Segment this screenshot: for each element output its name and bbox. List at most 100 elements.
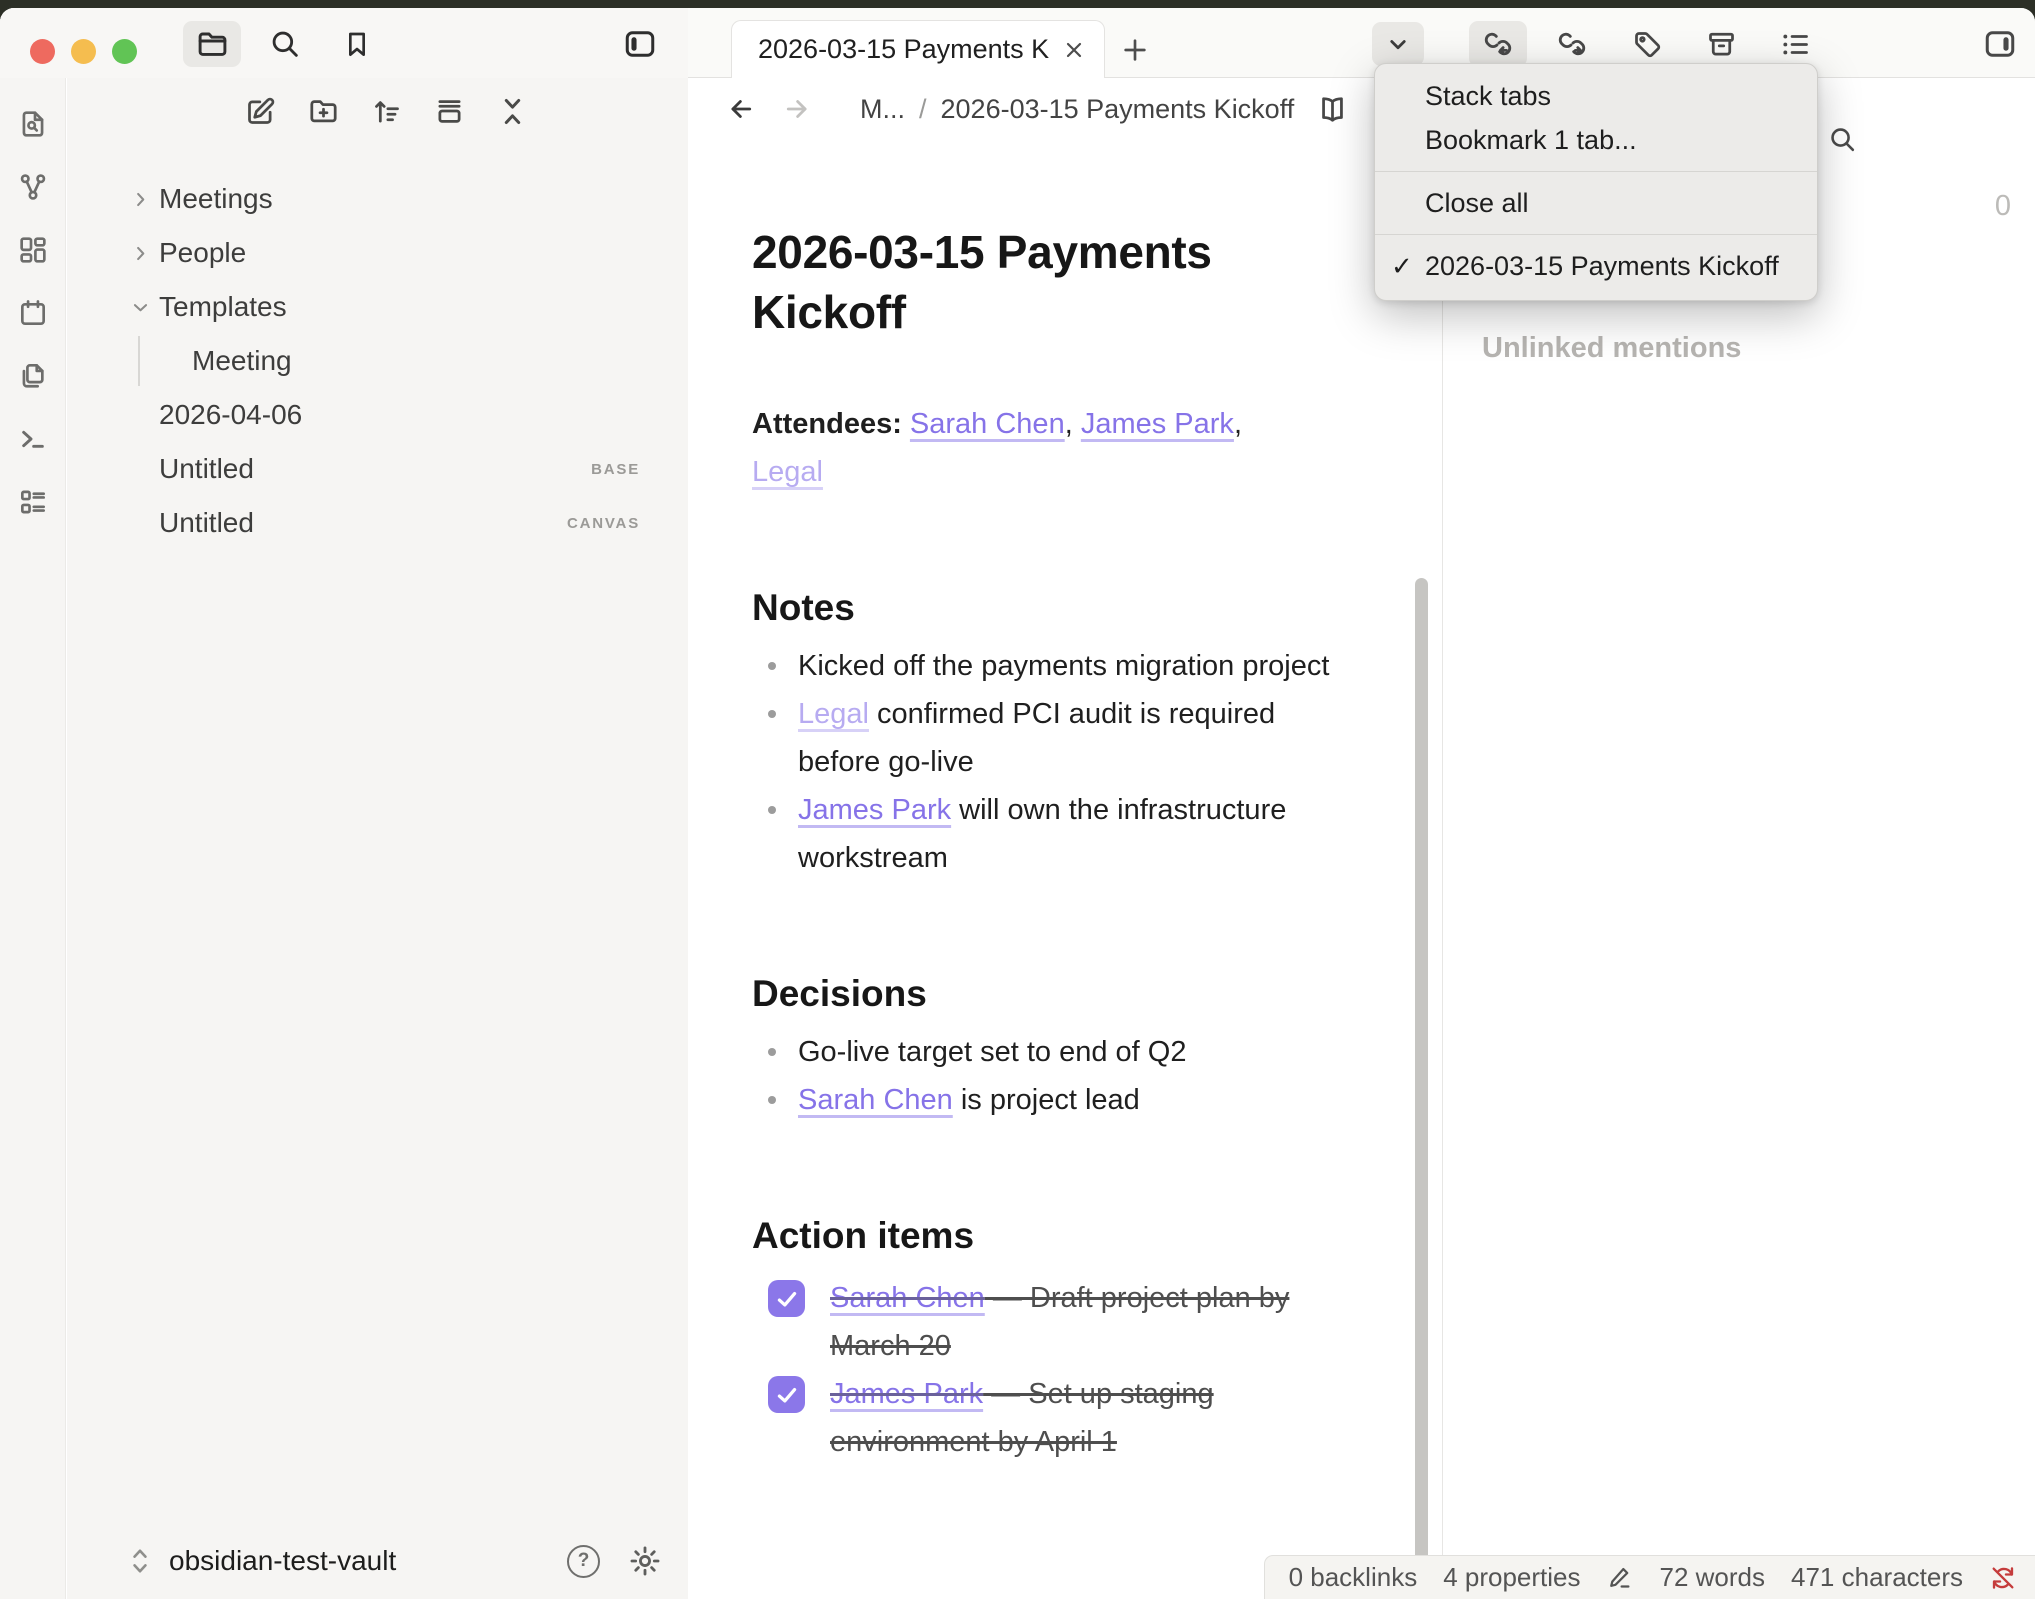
backlinks-count[interactable]: 0 backlinks [1289,1562,1418,1593]
right-sidebar-toggle-button[interactable] [1972,21,2028,67]
attendees-line: Attendees: Sarah Chen, James Park, Legal [752,400,1312,496]
tree-item-untitled[interactable]: UntitledCANVAS [67,496,688,550]
internal-link-sarah-chen[interactable]: Sarah Chen [910,408,1065,440]
copy-pages-icon[interactable] [17,360,49,392]
chevron-right-icon[interactable] [131,244,151,263]
search-tab-button[interactable] [256,21,314,67]
checklist-icon[interactable] [17,486,49,518]
internal-link-james-park[interactable]: James Park [798,794,951,826]
archive-icon [1705,28,1738,61]
task-list: Sarah Chen — Draft project plan by March… [752,1274,1342,1466]
outline-pane-button[interactable] [1768,21,1822,67]
bullet-item: Go-live target set to end of Q2 [798,1028,1342,1076]
tree-item-untitled[interactable]: UntitledBASE [67,442,688,496]
tree-item-label: Meeting [192,345,292,377]
text-segment: Kicked off the payments migration projec… [798,650,1329,682]
menu-item-label: 2026-03-15 Payments Kickoff [1425,251,1779,281]
breadcrumb-current[interactable]: 2026-03-15 Payments Kickoff [941,94,1295,125]
tab-active[interactable]: 2026-03-15 Payments Ki... [731,20,1105,78]
bullet-item: Kicked off the payments migration projec… [798,642,1342,690]
tab-close-icon[interactable] [1062,38,1086,62]
tab-list-button[interactable] [1372,22,1424,66]
explorer-toolbar [67,78,688,144]
properties-count[interactable]: 4 properties [1443,1562,1580,1593]
menu-item-2026-03-15-payments-kickoff[interactable]: ✓2026-03-15 Payments Kickoff [1375,244,1817,288]
tree-item-meeting[interactable]: Meeting [67,334,688,388]
menu-item-close-all[interactable]: Close all [1375,181,1817,225]
tree-item-meetings[interactable]: Meetings [67,172,688,226]
terminal-icon[interactable] [17,423,49,455]
bookmark-icon [341,28,373,60]
window-minimize-button[interactable] [71,39,96,64]
word-count: 72 words [1660,1562,1766,1593]
tree-item-label: Meetings [159,183,273,215]
tree-item-2026-04-06[interactable]: 2026-04-06 [67,388,688,442]
file-type-badge: BASE [591,461,640,478]
sort-icon[interactable] [370,95,403,128]
section-heading-decisions: Decisions [752,970,1342,1018]
tree-item-templates[interactable]: Templates [67,280,688,334]
left-sidebar-toggle-button[interactable] [611,21,669,67]
panel-left-icon [622,26,658,62]
tree-item-people[interactable]: People [67,226,688,280]
menu-item-label: Bookmark 1 tab... [1425,125,1637,155]
panel-right-icon [1982,26,2018,62]
calendar-icon[interactable] [17,297,49,329]
backlinks-pane-button[interactable] [1469,21,1527,67]
files-tab-button[interactable] [183,21,241,67]
canvas-icon[interactable] [17,234,49,266]
text-segment: Go-live target set to end of Q2 [798,1036,1186,1068]
collapse-all-icon[interactable] [496,95,529,128]
unlinked-mentions-header[interactable]: Unlinked mentions [1482,332,1741,365]
new-tab-button[interactable] [1113,28,1157,72]
reading-view-icon[interactable] [1316,93,1349,126]
settings-gear-icon[interactable] [628,1544,662,1578]
breadcrumb-parent[interactable]: M... [860,94,905,125]
task-item: Sarah Chen — Draft project plan by March… [768,1274,1342,1370]
archive-pane-button[interactable] [1694,21,1748,67]
internal-link-sarah-chen[interactable]: Sarah Chen [830,1282,985,1314]
navigate-back-button[interactable] [726,94,756,124]
internal-link-james-park[interactable]: James Park [1081,408,1234,440]
bookmarks-tab-button[interactable] [328,21,386,67]
navigate-forward-button[interactable] [782,94,812,124]
backlinks-panel: 0 Unlinked mentions [1443,78,2035,1599]
task-checkbox-checked[interactable] [768,1376,805,1413]
outgoing-links-pane-button[interactable] [1545,21,1599,67]
internal-link-james-park[interactable]: James Park [830,1378,983,1410]
chevron-down-icon [1383,29,1413,59]
window-zoom-button[interactable] [112,39,137,64]
list-icon [1779,28,1812,61]
new-note-icon[interactable] [244,95,277,128]
window-close-button[interactable] [30,39,55,64]
vault-switcher[interactable]: obsidian-test-vault ? [67,1529,688,1599]
menu-item-stack-tabs[interactable]: Stack tabs [1375,74,1817,118]
file-search-icon[interactable] [17,108,49,140]
ribbon [0,78,66,1599]
obsidian-window: 2026-03-15 Payments Ki... [0,8,2035,1599]
internal-link-legal[interactable]: Legal [752,456,823,488]
menu-item-bookmark-1-tab[interactable]: Bookmark 1 tab... [1375,118,1817,162]
chevron-right-icon[interactable] [131,190,151,209]
internal-link-sarah-chen[interactable]: Sarah Chen [798,1084,953,1116]
graph-icon[interactable] [17,171,49,203]
backlinks-search-icon[interactable] [1827,124,1858,155]
tags-pane-button[interactable] [1620,21,1674,67]
file-type-badge: CANVAS [567,515,640,532]
link-in-icon [1481,27,1515,61]
help-button[interactable]: ? [567,1545,600,1578]
new-folder-icon[interactable] [307,95,340,128]
sync-disabled-icon[interactable] [1989,1564,2017,1592]
task-checkbox-checked[interactable] [768,1280,805,1317]
stack-icon[interactable] [433,95,466,128]
editor-scrollbar[interactable] [1415,578,1428,1588]
vault-chevrons-icon [127,1544,153,1578]
edit-mode-pencil-icon[interactable] [1607,1564,1634,1591]
attendees-label: Attendees: [752,408,902,440]
note-body: 2026-03-15 Payments Kickoff Attendees: S… [688,140,1342,1466]
internal-link-legal[interactable]: Legal [798,698,869,730]
tab-title: 2026-03-15 Payments Ki... [758,34,1050,65]
note-title[interactable]: 2026-03-15 Payments Kickoff [752,222,1342,342]
text-segment: is project lead [953,1084,1140,1116]
chevron-down-icon[interactable] [131,298,151,317]
